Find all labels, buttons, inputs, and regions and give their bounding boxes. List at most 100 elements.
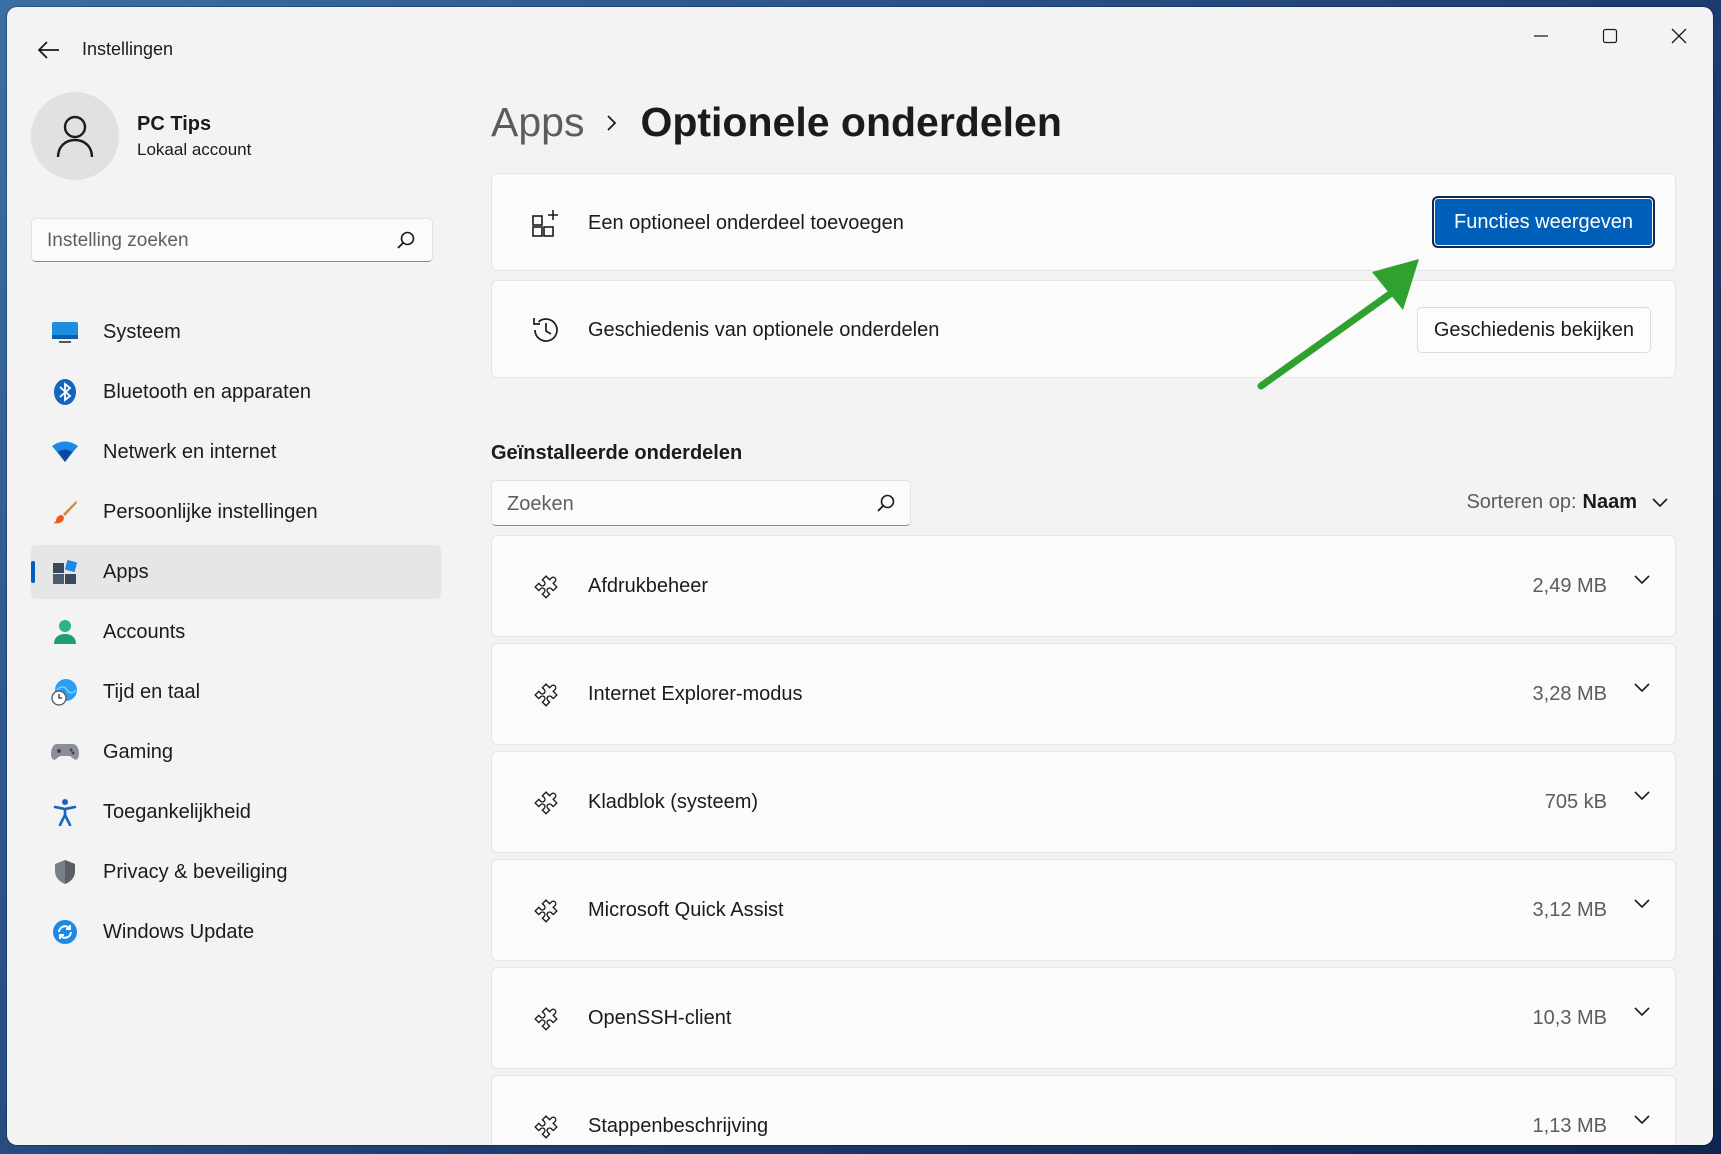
maximize-button[interactable]: [1575, 7, 1644, 65]
back-arrow-icon: [38, 41, 59, 59]
optional-features-history-card: Geschiedenis van optionele onderdelen Ge…: [491, 280, 1676, 378]
chevron-down-icon[interactable]: [1633, 682, 1651, 694]
chevron-down-icon[interactable]: [1633, 1114, 1651, 1126]
sidebar-item-label: Windows Update: [103, 920, 255, 943]
installed-search-box[interactable]: [491, 480, 911, 527]
feature-name: Microsoft Quick Assist: [588, 899, 784, 921]
search-icon: [397, 231, 415, 249]
bluetooth-icon: [51, 378, 79, 406]
user-profile[interactable]: PC Tips Lokaal account: [31, 92, 251, 180]
chevron-down-icon[interactable]: [1633, 1006, 1651, 1018]
sidebar-item-netwerk[interactable]: Netwerk en internet: [31, 425, 441, 479]
puzzle-icon: [528, 1109, 564, 1145]
add-grid-icon: [528, 205, 564, 241]
globe-clock-icon: [51, 678, 79, 706]
feature-name: Internet Explorer-modus: [588, 683, 803, 705]
chevron-right-icon: [606, 114, 618, 132]
monitor-icon: [51, 318, 79, 346]
gamepad-icon: [51, 738, 79, 766]
list-item[interactable]: OpenSSH-client 10,3 MB: [491, 967, 1676, 1069]
avatar: [31, 92, 119, 180]
search-icon: [877, 494, 895, 512]
maximize-icon: [1602, 28, 1617, 44]
feature-size: 2,49 MB: [1532, 575, 1607, 597]
sidebar-item-toegankelijkheid[interactable]: Toegankelijkheid: [31, 785, 441, 839]
sidebar-item-label: Persoonlijke instellingen: [103, 500, 318, 523]
list-item[interactable]: Internet Explorer-modus 3,28 MB: [491, 643, 1676, 745]
chevron-down-icon[interactable]: [1633, 790, 1651, 802]
close-icon: [1671, 28, 1686, 44]
view-features-button[interactable]: Functies weergeven: [1432, 196, 1655, 248]
update-icon: [51, 918, 79, 946]
sidebar-item-label: Systeem: [103, 320, 181, 343]
history-label: Geschiedenis van optionele onderdelen: [588, 319, 940, 341]
chevron-down-icon[interactable]: [1633, 898, 1651, 910]
sidebar-item-label: Netwerk en internet: [103, 440, 277, 463]
sidebar-item-label: Toegankelijkheid: [103, 800, 251, 823]
profile-name: PC Tips: [137, 112, 212, 135]
sidebar-item-tijd-taal[interactable]: Tijd en taal: [31, 665, 441, 719]
sort-value: Naam: [1582, 491, 1637, 513]
sidebar-nav: Systeem Bluetooth en apparaten Netwerk e…: [31, 305, 441, 965]
page-title: Optionele onderdelen: [640, 99, 1062, 145]
sidebar-item-systeem[interactable]: Systeem: [31, 305, 441, 359]
add-optional-feature-label: Een optioneel onderdeel toevoegen: [588, 212, 904, 234]
settings-search-box[interactable]: [31, 218, 433, 263]
feature-size: 3,28 MB: [1532, 683, 1607, 705]
user-icon: [56, 115, 94, 158]
app-title: Instellingen: [82, 39, 174, 59]
puzzle-icon: [528, 785, 564, 821]
puzzle-icon: [528, 569, 564, 605]
breadcrumb: Apps Optionele onderdelen: [491, 99, 1062, 146]
sidebar-item-label: Tijd en taal: [103, 680, 201, 703]
person-icon: [51, 618, 79, 646]
brush-icon: [51, 498, 79, 526]
sort-dropdown[interactable]: Sorteren op: Naam: [1466, 491, 1669, 514]
sidebar-item-label: Apps: [103, 560, 149, 583]
add-optional-feature-card: Een optioneel onderdeel toevoegen Functi…: [491, 173, 1676, 271]
puzzle-icon: [528, 677, 564, 713]
list-item[interactable]: Afdrukbeheer 2,49 MB: [491, 535, 1676, 637]
list-item[interactable]: Kladblok (systeem) 705 kB: [491, 751, 1676, 853]
minimize-button[interactable]: [1506, 7, 1575, 65]
sidebar-item-label: Accounts: [103, 620, 186, 643]
installed-search-input[interactable]: [492, 481, 869, 527]
sidebar-item-accounts[interactable]: Accounts: [31, 605, 441, 659]
sidebar-item-label: Gaming: [103, 740, 174, 763]
list-item[interactable]: Stappenbeschrijving 1,13 MB: [491, 1075, 1676, 1145]
sidebar-item-label: Bluetooth en apparaten: [103, 380, 311, 403]
feature-size: 705 kB: [1544, 791, 1607, 813]
sidebar-item-apps[interactable]: Apps: [31, 545, 441, 599]
sidebar-item-bluetooth[interactable]: Bluetooth en apparaten: [31, 365, 441, 419]
feature-size: 1,13 MB: [1532, 1115, 1607, 1137]
close-button[interactable]: [1644, 7, 1713, 65]
feature-name: Kladblok (systeem): [588, 791, 759, 813]
title-bar: Instellingen: [7, 7, 1713, 79]
feature-name: Stappenbeschrijving: [588, 1115, 769, 1137]
puzzle-icon: [528, 1001, 564, 1037]
sort-label: Sorteren op:: [1466, 491, 1577, 513]
chevron-down-icon: [1651, 497, 1669, 509]
breadcrumb-parent-link[interactable]: Apps: [491, 99, 584, 146]
apps-icon: [51, 558, 79, 586]
sidebar-item-gaming[interactable]: Gaming: [31, 725, 441, 779]
wifi-icon: [51, 438, 79, 466]
sidebar-item-privacy[interactable]: Privacy & beveiliging: [31, 845, 441, 899]
chevron-down-icon[interactable]: [1633, 574, 1651, 586]
puzzle-icon: [528, 893, 564, 929]
sidebar-item-persoonlijk[interactable]: Persoonlijke instellingen: [31, 485, 441, 539]
shield-icon: [51, 858, 79, 886]
list-item[interactable]: Microsoft Quick Assist 3,12 MB: [491, 859, 1676, 961]
window-controls: [1506, 7, 1713, 65]
view-history-button[interactable]: Geschiedenis bekijken: [1416, 307, 1651, 353]
back-button[interactable]: [29, 33, 69, 67]
feature-name: Afdrukbeheer: [588, 575, 709, 597]
sidebar-item-windows-update[interactable]: Windows Update: [31, 905, 441, 959]
sidebar-item-label: Privacy & beveiliging: [103, 860, 288, 883]
minimize-icon: [1533, 35, 1548, 37]
feature-size: 10,3 MB: [1532, 1007, 1607, 1029]
history-icon: [528, 312, 564, 348]
settings-search-input[interactable]: [32, 219, 389, 263]
accessibility-icon: [51, 798, 79, 826]
profile-account-type: Lokaal account: [137, 139, 252, 159]
